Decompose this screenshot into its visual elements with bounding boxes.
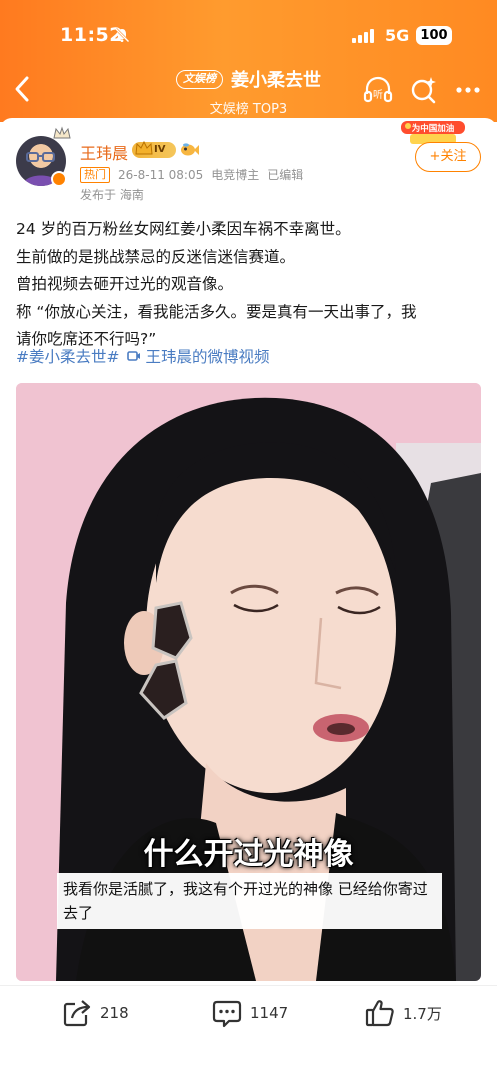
post-date: 26-8-11 08:05 (118, 167, 204, 182)
video-camera-icon (127, 351, 141, 361)
search-sparkle-icon[interactable] (408, 74, 440, 106)
video-link[interactable]: 王玮晨的微博视频 (127, 345, 270, 367)
mute-bell-icon (115, 28, 130, 43)
battery-indicator: 100 (416, 26, 452, 45)
page-title: 姜小柔去世 (231, 70, 321, 91)
video-caption-large: 什么开过光神像 (143, 837, 354, 872)
post-text-line: 生前做的是挑战禁忌的反迷信迷信赛道。 (16, 247, 296, 266)
author-name[interactable]: 王玮晨 (80, 140, 128, 164)
comment-icon (212, 1000, 242, 1028)
follow-button[interactable]: +关注 (415, 142, 481, 172)
video-player[interactable]: 什么开过光神像 我看你是活腻了，我这有个开过光的神像 已经给你寄过去了 (16, 383, 481, 981)
network-type: 5G (385, 26, 410, 45)
action-bar: 218 1147 1.7万 (0, 985, 497, 1080)
post-card: 王玮晨 IV 热门 26-8-11 08:05 电竞博主 已编辑 发布于 海南 … (0, 118, 497, 988)
hashtag-link[interactable]: #姜小柔去世# (16, 345, 119, 367)
post-text-line: 称 “你放心关注，看我能活多久。要是真有一天出事了，我 (16, 302, 417, 321)
author-role: 电竞博主 (211, 168, 260, 182)
post-location: 发布于 海南 (80, 188, 144, 202)
comment-button[interactable]: 1147 (212, 998, 288, 1028)
status-bar: 11:52 5G 100 (0, 0, 497, 70)
signal-icon (352, 29, 378, 43)
nav-bar: 文娱榜 姜小柔去世 文娱榜 TOP3 听 (0, 62, 497, 118)
crown-icon (135, 140, 153, 155)
post-links: #姜小柔去世# 王玮晨的微博视频 (16, 345, 270, 367)
video-caption-small: 我看你是活腻了，我这有个开过光的神像 已经给你寄过去了 (57, 873, 442, 929)
listen-label: 听 (373, 89, 383, 101)
share-button[interactable]: 218 (62, 998, 129, 1028)
more-dots-icon[interactable] (454, 74, 486, 106)
fan-fish-icon (181, 143, 199, 156)
share-count: 218 (100, 1004, 129, 1022)
like-count: 1.7万 (403, 1004, 442, 1023)
comment-count: 1147 (250, 1004, 289, 1022)
post-text: 24 岁的百万粉丝女网红姜小柔因车祸不幸离世。 生前做的是挑战禁忌的反迷信迷信赛… (16, 216, 486, 354)
post-text-line: 曾拍视频去砸开过光的观音像。 (16, 275, 234, 293)
avatar-decoration-icon (53, 126, 71, 139)
edit-status[interactable]: 已编辑 (267, 166, 303, 183)
promo-label: 为中国加油 (412, 123, 455, 134)
post-meta: 热门 26-8-11 08:05 电竞博主 已编辑 (80, 166, 303, 183)
thumbs-up-icon (365, 1000, 394, 1027)
verified-badge-icon (51, 171, 67, 187)
share-icon (63, 1000, 91, 1027)
video-link-label: 王玮晨的微博视频 (145, 348, 270, 366)
top-header: 11:52 5G 100 文娱榜 姜小柔去世 文娱榜 TOP3 听 (0, 0, 497, 122)
ranking-tag: 文娱榜 (176, 69, 223, 89)
listen-headphones-icon[interactable]: 听 (362, 74, 394, 106)
post-text-line: 24 岁的百万粉丝女网红姜小柔因车祸不幸离世。 (16, 220, 351, 238)
hot-tag: 热门 (80, 166, 110, 183)
like-button[interactable]: 1.7万 (365, 998, 442, 1028)
